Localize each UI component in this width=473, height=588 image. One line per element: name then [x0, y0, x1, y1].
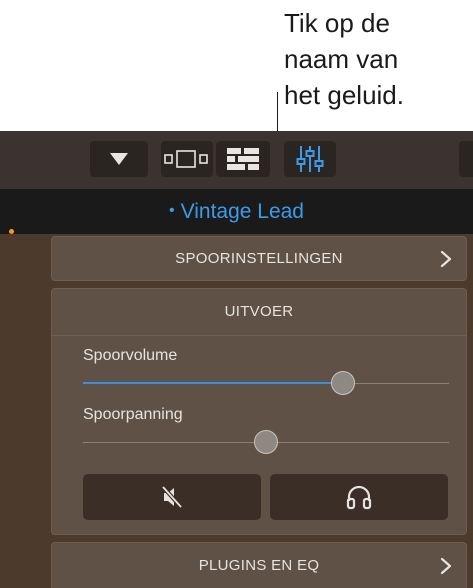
track-settings-row[interactable]: SPOORINSTELLINGEN [51, 236, 467, 281]
mixer-sliders-icon [296, 146, 324, 172]
pan-slider-knob[interactable] [254, 430, 278, 454]
headphones-icon [346, 485, 372, 510]
toolbar [0, 131, 473, 189]
track-title-bar[interactable]: • Vintage Lead [0, 189, 473, 234]
tracks-view-icon [227, 148, 259, 170]
triangle-down-icon [110, 153, 128, 165]
mute-button[interactable] [83, 474, 261, 520]
toolbar-overflow-button[interactable] [459, 141, 473, 177]
volume-slider[interactable] [83, 371, 449, 395]
output-divider [52, 335, 466, 336]
callout-text: Tik op de naam van het geluid. [284, 8, 404, 110]
view-toggle-icon [164, 150, 208, 168]
output-title: UITVOER [224, 303, 294, 320]
title-bullet: • [168, 201, 175, 219]
pan-slider[interactable] [83, 430, 449, 454]
dropdown-button[interactable] [90, 141, 148, 177]
track-name[interactable]: Vintage Lead [181, 200, 304, 224]
plugins-eq-row[interactable]: PLUGINS EN EQ [51, 542, 467, 588]
plugins-eq-label: PLUGINS EN EQ [198, 557, 320, 574]
volume-slider-fill [83, 382, 343, 384]
chevron-right-icon [440, 250, 452, 267]
chevron-right-icon [440, 557, 452, 574]
playhead-marker [9, 229, 14, 234]
volume-label: Spoorvolume [83, 347, 178, 364]
output-panel: UITVOER Spoorvolume Spoorpanning [51, 288, 467, 535]
volume-slider-knob[interactable] [330, 371, 355, 395]
view-toggle-button[interactable] [161, 141, 213, 177]
track-settings-label: SPOORINSTELLINGEN [175, 250, 343, 267]
solo-button[interactable] [270, 474, 448, 520]
pan-label: Spoorpanning [83, 406, 183, 423]
mixer-button[interactable] [284, 141, 336, 177]
speaker-muted-icon [161, 485, 183, 509]
tracks-view-button[interactable] [216, 141, 270, 177]
